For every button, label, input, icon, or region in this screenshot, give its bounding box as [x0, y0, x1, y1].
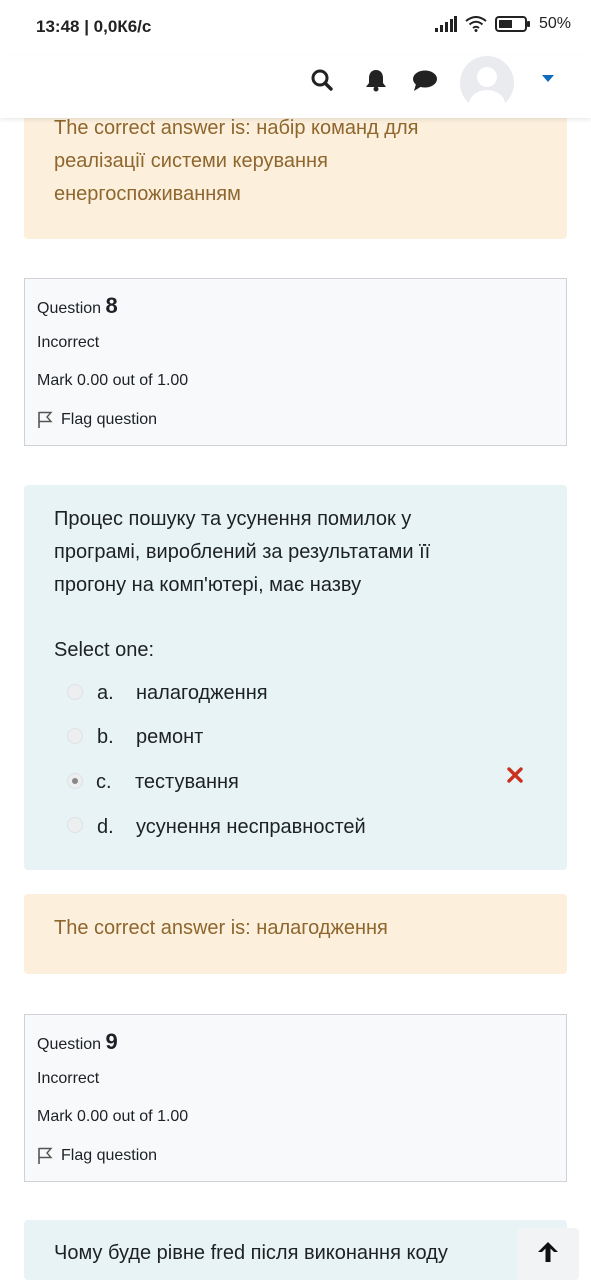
- question-8-feedback: The correct answer is: налагодження: [24, 894, 567, 974]
- option-text: тестування: [135, 771, 239, 793]
- battery-percent: 50%: [538, 15, 571, 32]
- flag-icon: [38, 1147, 53, 1164]
- arrow-up-icon: [538, 1242, 558, 1262]
- select-one-prompt: Select one:: [54, 639, 155, 661]
- question-mark: Mark 0.00 out of 1.00: [37, 372, 189, 389]
- radio-b[interactable]: [67, 728, 83, 744]
- option-letter: c.: [96, 771, 112, 793]
- user-icon: [469, 67, 505, 110]
- wifi-icon: [465, 16, 487, 32]
- user-avatar[interactable]: [460, 56, 514, 110]
- flag-question-label: Flag question: [61, 1147, 158, 1164]
- question-text: Процес пошуку та усунення помилок у прог…: [54, 508, 431, 596]
- question-label: Question: [37, 1036, 102, 1053]
- radio-c[interactable]: [67, 773, 83, 789]
- question-state: Incorrect: [37, 1070, 100, 1087]
- question-8-content: Процес пошуку та усунення помилок у прог…: [24, 485, 567, 870]
- question-8-info: Question 8 Incorrect Mark 0.00 out of 1.…: [24, 278, 567, 446]
- status-time: 13:48 | 0,0К6/с: [36, 17, 152, 36]
- previous-feedback-text: The correct answer is: набір команд для …: [54, 117, 419, 205]
- question-mark: Mark 0.00 out of 1.00: [37, 1108, 189, 1125]
- feedback-text: The correct answer is: налагодження: [54, 917, 388, 939]
- flag-question-label: Flag question: [61, 411, 158, 428]
- status-bar: 13:48 | 0,0К6/с 50%: [0, 0, 591, 56]
- option-letter: d.: [97, 816, 114, 838]
- question-8-heading: Question 8: [37, 293, 118, 319]
- option-text: налагодження: [136, 682, 268, 704]
- bell-icon[interactable]: [364, 68, 388, 92]
- question-9-info: Question 9 Incorrect Mark 0.00 out of 1.…: [24, 1014, 567, 1182]
- previous-feedback: The correct answer is: набір команд для …: [24, 98, 567, 239]
- scroll-top-button[interactable]: [517, 1228, 579, 1280]
- flag-icon: [38, 411, 53, 428]
- chevron-down-icon[interactable]: [541, 74, 555, 84]
- chat-icon[interactable]: [412, 68, 438, 92]
- radio-a[interactable]: [67, 684, 83, 700]
- incorrect-icon: [507, 767, 523, 783]
- radio-d[interactable]: [67, 817, 83, 833]
- question-text: Чому буде рівне fred після виконання код…: [54, 1242, 448, 1264]
- battery-icon: [494, 16, 530, 32]
- question-number: 9: [105, 1029, 118, 1054]
- top-navbar: [0, 56, 591, 118]
- question-9-heading: Question 9: [37, 1029, 118, 1055]
- question-9-content: Чому буде рівне fred після виконання код…: [24, 1220, 567, 1280]
- option-text: ремонт: [136, 726, 204, 748]
- page-content: The correct answer is: набір команд для …: [0, 0, 591, 1280]
- signal-icon: [434, 16, 457, 32]
- status-icons: 50%: [434, 15, 571, 33]
- question-state: Incorrect: [37, 334, 100, 351]
- option-letter: b.: [97, 726, 114, 748]
- option-letter: a.: [97, 682, 114, 704]
- flag-question-link[interactable]: Flag question: [37, 1147, 157, 1165]
- search-icon[interactable]: [310, 68, 334, 92]
- question-label: Question: [37, 300, 102, 317]
- option-text: усунення несправностей: [136, 816, 366, 838]
- flag-question-link[interactable]: Flag question: [37, 411, 157, 429]
- question-number: 8: [105, 293, 118, 318]
